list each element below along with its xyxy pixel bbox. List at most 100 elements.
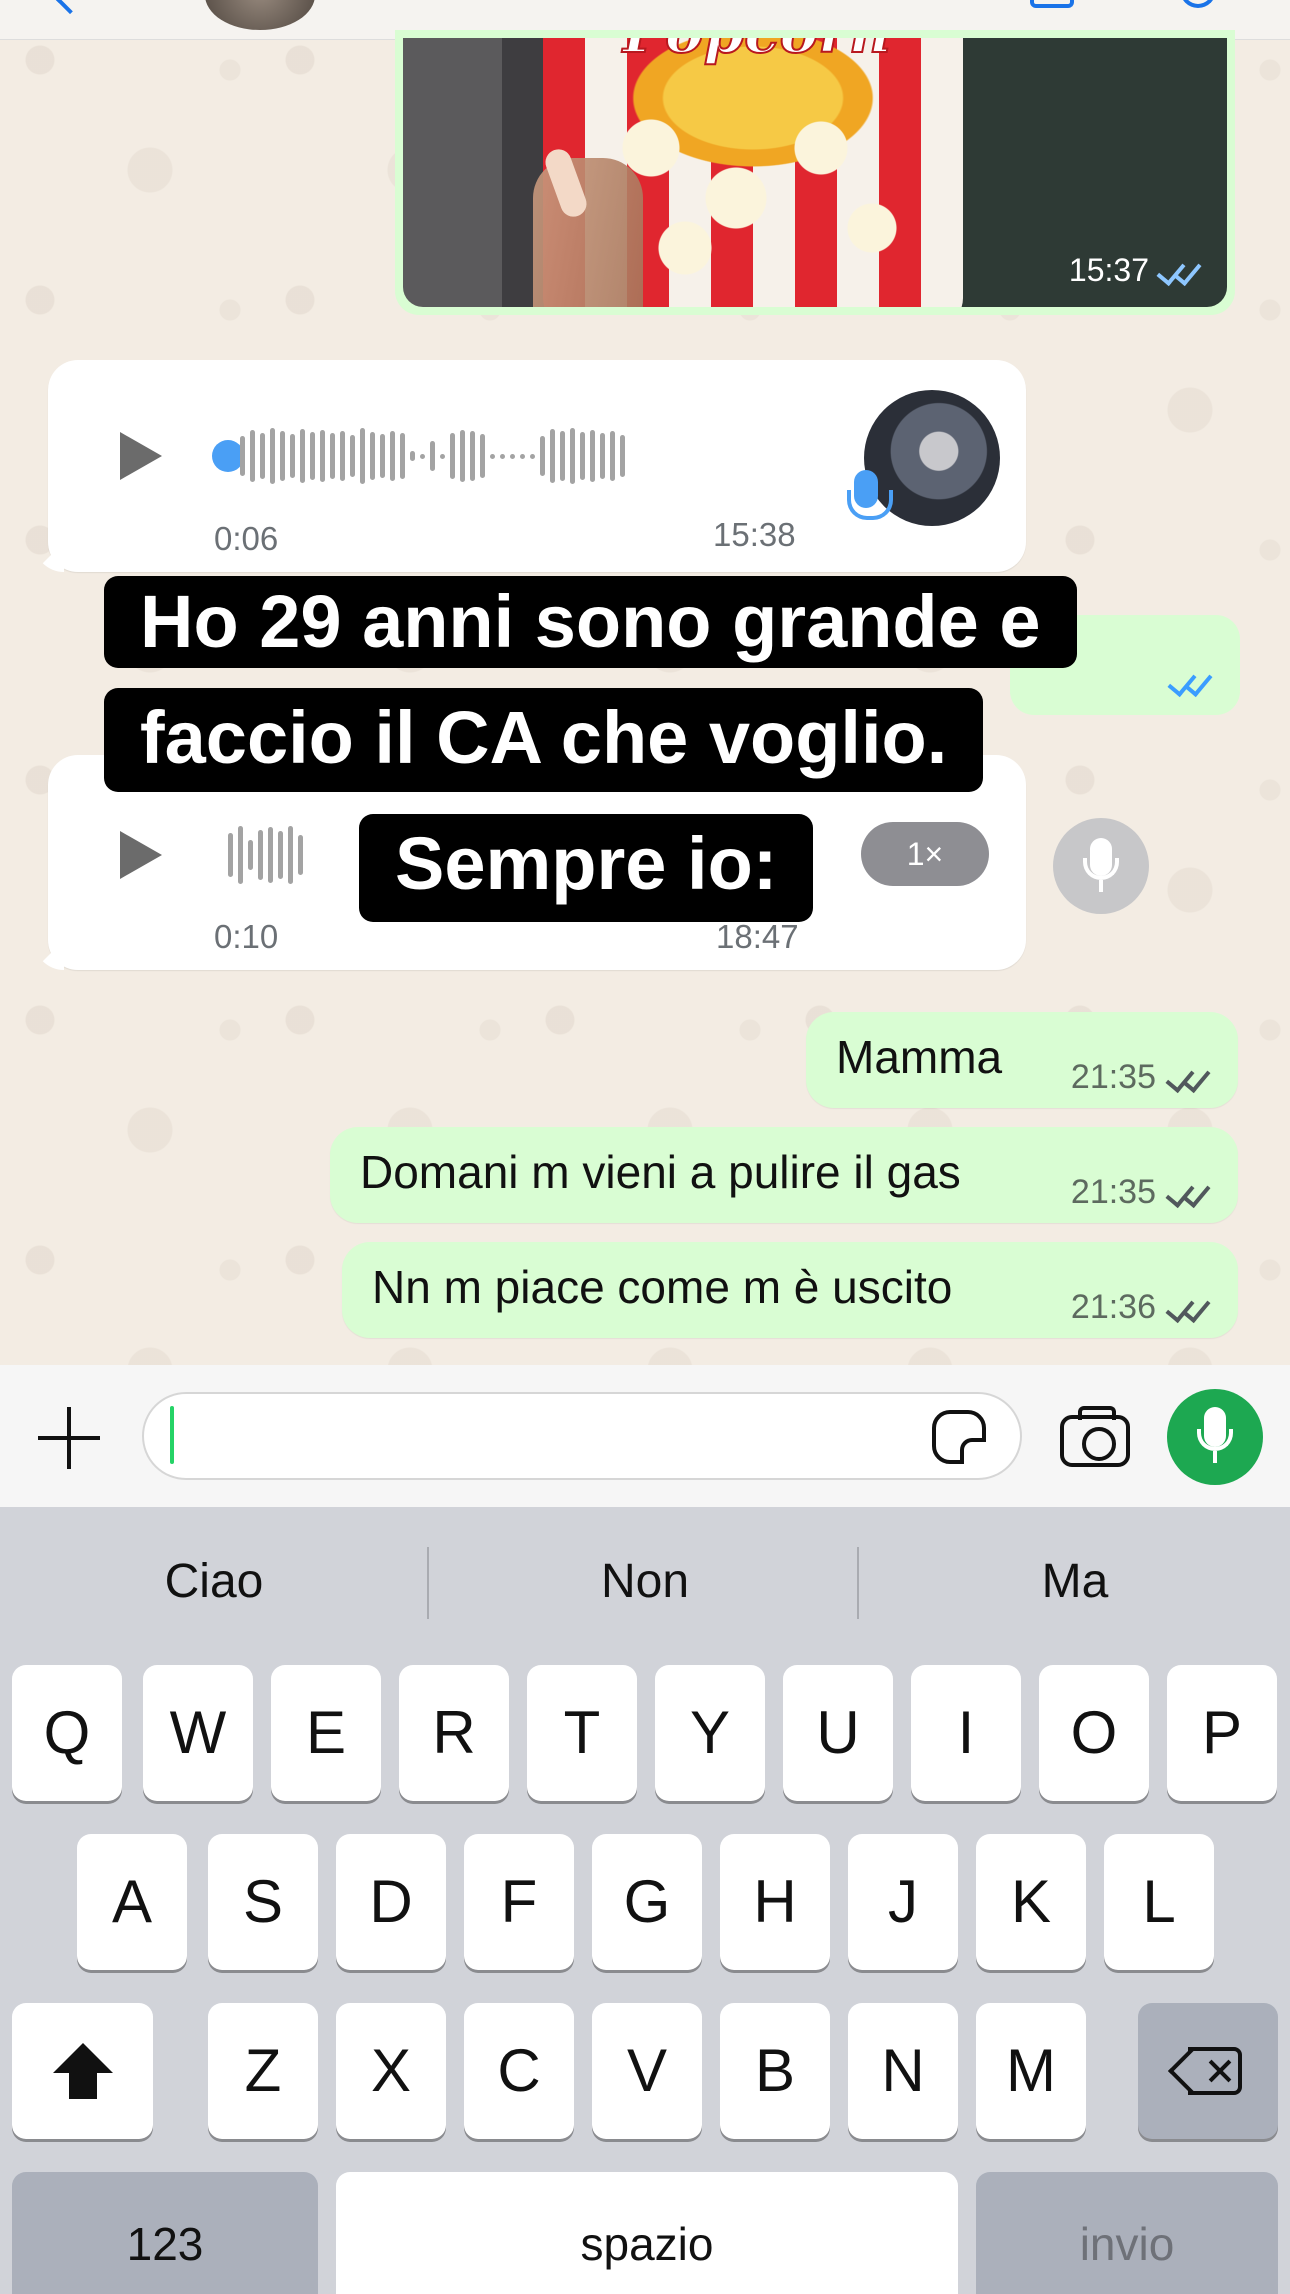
space-key[interactable]: spazio [336,2172,958,2294]
message-text: Domani m vieni a pulire il gas [360,1146,961,1198]
voice-duration: 0:06 [214,520,279,557]
chat-area[interactable]: Popcorn 15:37 0:06 15:38 0:10 18:47 1× [0,0,1290,1365]
key-p[interactable]: P [1167,1665,1277,1801]
waveform-bar [238,826,243,884]
voice-note-mic-icon [1053,818,1149,914]
text-caret [170,1406,174,1464]
key-o[interactable]: O [1039,1665,1149,1801]
key-a[interactable]: A [77,1834,187,1970]
key-t[interactable]: T [527,1665,637,1801]
back-chevron-icon[interactable] [55,0,85,15]
image-message-meta: 15:37 [1069,252,1201,289]
key-g[interactable]: G [592,1834,702,1970]
key-k[interactable]: K [976,1834,1086,1970]
play-icon[interactable] [120,831,162,879]
caption-line-2: faccio il CA che voglio. [104,688,984,792]
playback-speed-button[interactable]: 1× [861,822,989,886]
waveform-bar [290,434,295,478]
waveform-bar [330,433,335,479]
key-n[interactable]: N [848,2003,958,2139]
waveform-bar [340,431,345,481]
waveform-bar [470,431,475,481]
waveform-bar [280,431,285,481]
message-photo[interactable]: Popcorn 15:37 [403,38,1227,307]
outgoing-text-message[interactable]: Domani m vieni a pulire il gas 21:35 [330,1127,1238,1223]
waveform-bar [560,431,565,481]
voice-duration: 0:10 [214,918,279,955]
video-call-icon[interactable] [1030,0,1074,8]
audio-waveform[interactable] [228,825,303,885]
key-q[interactable]: Q [12,1665,122,1801]
record-voice-button[interactable] [1167,1389,1263,1485]
key-e[interactable]: E [271,1665,381,1801]
caption-line-1: Ho 29 anni sono grande e [104,576,1077,668]
play-icon[interactable] [120,432,162,480]
plus-icon[interactable] [38,1407,100,1469]
space-key-label: spazio [580,2218,714,2270]
microphone-icon [847,470,893,520]
message-time: 21:35 [1070,1173,1156,1211]
delivered-ticks-icon [1166,1180,1210,1206]
suggestion-2[interactable]: Non [431,1507,859,1619]
key-z[interactable]: Z [208,2003,318,2139]
message-composer [0,1365,1290,1507]
key-b[interactable]: B [720,2003,830,2139]
waveform-bar [260,433,265,479]
message-time: 15:37 [1068,252,1149,288]
suggestion-1[interactable]: Ciao [0,1507,428,1619]
key-f[interactable]: F [464,1834,574,1970]
outgoing-text-message[interactable]: Nn m piace come m è uscito 21:36 [342,1242,1238,1338]
key-s[interactable]: S [208,1834,318,1970]
waveform-bar [270,428,275,484]
message-text: Mamma [836,1031,1003,1083]
photo-brand-text: Popcorn [622,38,892,67]
waveform-bar [520,453,525,459]
key-i[interactable]: I [911,1665,1021,1801]
key-w[interactable]: W [143,1665,253,1801]
key-y[interactable]: Y [655,1665,765,1801]
contact-avatar[interactable] [205,0,315,30]
waveform-bar [610,431,615,481]
key-d[interactable]: D [336,1834,446,1970]
outgoing-text-message[interactable]: Mamma 21:35 [806,1012,1238,1108]
waveform-bar [228,833,233,877]
audio-waveform[interactable] [240,426,625,486]
waveform-bar [430,441,435,471]
return-key[interactable]: invio [976,2172,1278,2294]
waveform-bar [360,428,365,484]
waveform-bar [268,827,273,883]
message-input[interactable] [142,1392,1022,1480]
key-u[interactable]: U [783,1665,893,1801]
voice-message-bubble[interactable]: 0:06 15:38 [34,360,1026,572]
key-v[interactable]: V [592,2003,702,2139]
key-x[interactable]: X [336,2003,446,2139]
waveform-bar [278,831,283,879]
read-ticks-icon [1157,258,1201,284]
waveform-bar [240,436,245,476]
backspace-key[interactable] [1138,2003,1278,2139]
key-c[interactable]: C [464,2003,574,2139]
waveform-bar [580,432,585,480]
waveform-bar [500,453,505,459]
delivered-ticks-icon [1166,1295,1210,1321]
read-ticks-icon [1168,669,1212,695]
shift-key[interactable] [12,2003,153,2139]
waveform-bar [450,433,455,479]
key-l[interactable]: L [1104,1834,1214,1970]
camera-icon[interactable] [1060,1406,1130,1467]
key-m[interactable]: M [976,2003,1086,2139]
key-j[interactable]: J [848,1834,958,1970]
phone-call-icon[interactable] [1180,0,1216,8]
waveform-bar [420,453,425,459]
waveform-bar [590,430,595,482]
key-h[interactable]: H [720,1834,830,1970]
key-r[interactable]: R [399,1665,509,1801]
waveform-bar [310,432,315,480]
onscreen-keyboard: Ciao Non Ma Q W E R T Y U I O P A S D F … [0,1507,1290,2294]
suggestion-3[interactable]: Ma [861,1507,1289,1619]
numbers-key[interactable]: 123 [12,2172,318,2294]
sticker-icon[interactable] [932,1410,986,1464]
image-message-bubble[interactable]: Popcorn 15:37 [395,30,1235,315]
waveform-bar [460,430,465,482]
suggestion-divider [427,1547,429,1619]
